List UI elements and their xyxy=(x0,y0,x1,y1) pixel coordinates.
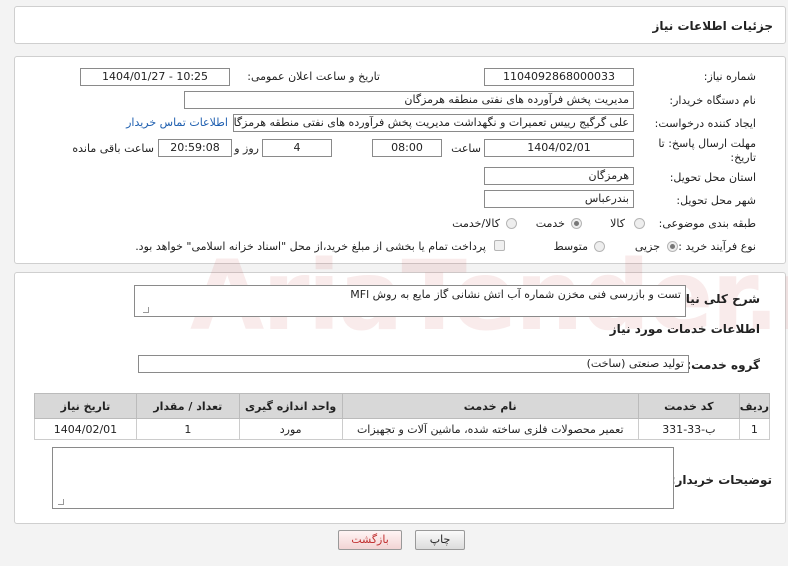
summary-label: شرح کلی نیاز: xyxy=(674,292,760,306)
cell-unit: مورد xyxy=(238,418,343,440)
buyer-notes-resize-handle[interactable] xyxy=(58,499,64,505)
deadline-label-line2: تاریخ: xyxy=(730,151,756,164)
col-service-code: کد خدمت xyxy=(637,393,740,419)
days-field: 4 xyxy=(262,139,332,157)
need-number-label: شماره نیاز: xyxy=(703,70,756,83)
payment-note: پرداخت تمام یا بخشی از مبلغ خرید،از محل … xyxy=(135,240,486,253)
category-option-service: خدمت xyxy=(535,217,565,230)
need-number-field: 1104092868000033 xyxy=(484,68,634,86)
deadline-date-field: 1404/02/01 xyxy=(484,139,634,157)
summary-resize-handle[interactable] xyxy=(143,307,149,313)
back-button[interactable]: بازگشت xyxy=(338,530,402,550)
process-option-minor: جزیی xyxy=(634,240,660,253)
deadline-label-line1: مهلت ارسال پاسخ: تا xyxy=(658,137,756,150)
buyer-org-label: نام دستگاه خریدار: xyxy=(669,94,756,107)
province-label: استان محل تحویل: xyxy=(669,171,756,184)
summary-textarea[interactable]: تست و بازرسی فنی مخزن شماره آب اتش نشانی… xyxy=(134,285,686,317)
cell-row-number: 1 xyxy=(738,418,771,440)
col-row-number: ردیف xyxy=(738,393,771,419)
creator-label: ایجاد کننده درخواست: xyxy=(654,117,756,130)
deadline-time-label: ساعت xyxy=(451,142,481,155)
service-group-field: تولید صنعتی (ساخت) xyxy=(138,355,689,373)
buyer-notes-label: توضیحات خریدار: xyxy=(670,473,772,487)
process-radio-medium[interactable] xyxy=(594,241,605,252)
city-label: شهر محل تحویل: xyxy=(676,194,756,207)
cell-quantity: 1 xyxy=(135,418,240,440)
header-panel: جزئیات اطلاعات نیاز xyxy=(14,6,786,44)
buyer-org-field: مدیریت پخش فرآورده های نفتی منطقه هرمزگا… xyxy=(184,91,634,109)
cell-service-code: ب-33-331 xyxy=(637,418,740,440)
process-label: نوع فرآیند خرید : xyxy=(678,240,756,253)
announce-label: تاریخ و ساعت اعلان عمومی: xyxy=(247,70,380,83)
cell-need-date: 1404/02/01 xyxy=(34,418,137,440)
remaining-time-field: 20:59:08 xyxy=(158,139,232,157)
deadline-label: مهلت ارسال پاسخ: تا تاریخ: xyxy=(658,137,756,165)
process-option-medium: متوسط xyxy=(553,240,588,253)
category-radio-goods[interactable] xyxy=(634,218,645,229)
category-radio-service[interactable] xyxy=(571,218,582,229)
col-service-name: نام خدمت xyxy=(341,393,639,419)
table-row: 1 ب-33-331 تعمیر محصولات فلزی ساخته شده،… xyxy=(34,418,771,440)
service-group-label: گروه خدمت: xyxy=(686,358,760,372)
category-radio-both[interactable] xyxy=(506,218,517,229)
treasury-payment-checkbox[interactable] xyxy=(494,240,505,251)
province-field: هرمزگان xyxy=(484,167,634,185)
city-field: بندرعباس xyxy=(484,190,634,208)
deadline-time-field: 08:00 xyxy=(372,139,442,157)
cell-service-name: تعمیر محصولات فلزی ساخته شده، ماشین آلات… xyxy=(341,418,639,440)
col-quantity: تعداد / مقدار xyxy=(135,393,240,419)
category-option-both: کالا/خدمت xyxy=(452,217,500,230)
page-title: جزئیات اطلاعات نیاز xyxy=(652,19,773,33)
services-heading: اطلاعات خدمات مورد نیاز xyxy=(609,322,760,336)
buyer-notes-textarea[interactable] xyxy=(52,447,674,509)
category-label: طبقه بندی موضوعی: xyxy=(658,217,756,230)
process-radio-minor[interactable] xyxy=(667,241,678,252)
contact-buyer-link[interactable]: اطلاعات تماس خریدار xyxy=(126,116,228,129)
col-need-date: تاریخ نیاز xyxy=(34,393,137,419)
print-button[interactable]: چاپ xyxy=(415,530,465,550)
category-option-goods: کالا xyxy=(610,217,625,230)
remaining-label: ساعت باقی مانده xyxy=(72,142,154,155)
announce-field: 1404/01/27 - 10:25 xyxy=(80,68,230,86)
services-table: ردیف کد خدمت نام خدمت واحد اندازه گیری ت… xyxy=(34,393,771,440)
col-unit: واحد اندازه گیری xyxy=(238,393,343,419)
table-header-row: ردیف کد خدمت نام خدمت واحد اندازه گیری ت… xyxy=(34,393,771,419)
creator-field: علی گرگیج رییس تعمیرات و نگهداشت مدیریت … xyxy=(233,114,634,132)
days-label: روز و xyxy=(234,142,259,155)
